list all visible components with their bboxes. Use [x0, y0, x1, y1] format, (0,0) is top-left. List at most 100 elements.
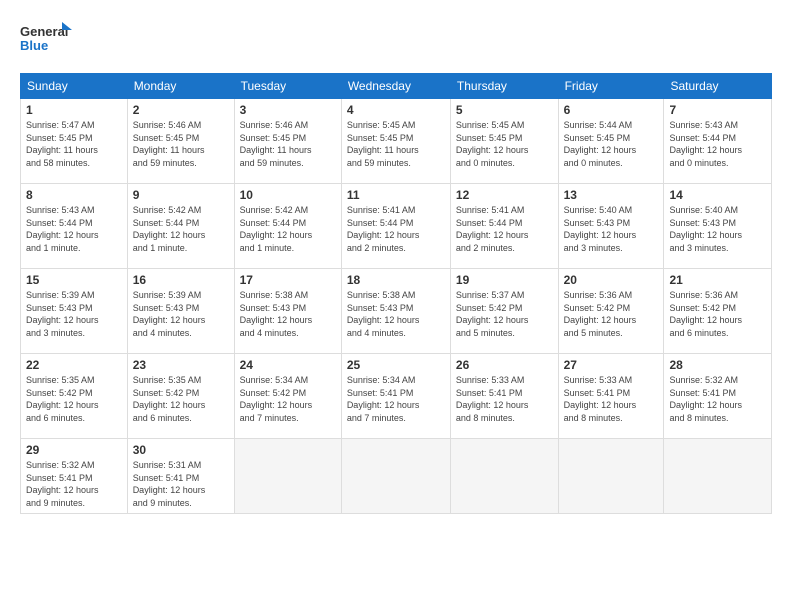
day-info: Sunrise: 5:32 AMSunset: 5:41 PMDaylight:…: [669, 374, 766, 424]
day-info: Sunrise: 5:35 AMSunset: 5:42 PMDaylight:…: [26, 374, 122, 424]
day-info: Sunrise: 5:41 AMSunset: 5:44 PMDaylight:…: [456, 204, 553, 254]
day-header-monday: Monday: [127, 74, 234, 99]
logo-svg: General Blue: [20, 20, 75, 65]
calendar-cell: 27Sunrise: 5:33 AMSunset: 5:41 PMDayligh…: [558, 354, 664, 439]
calendar-cell: [234, 439, 341, 514]
calendar-cell: 21 Sunrise: 5:36 AMSunset: 5:42 PMDayligh…: [664, 269, 772, 354]
calendar-cell: 6 Sunrise: 5:44 AMSunset: 5:45 PMDaylight…: [558, 99, 664, 184]
day-number: 19: [456, 273, 553, 287]
day-header-saturday: Saturday: [664, 74, 772, 99]
calendar-table: SundayMondayTuesdayWednesdayThursdayFrid…: [20, 73, 772, 514]
day-number: 2: [133, 103, 229, 117]
day-header-wednesday: Wednesday: [341, 74, 450, 99]
calendar-cell: 23 Sunrise: 5:35 AMSunset: 5:42 PMDayligh…: [127, 354, 234, 439]
day-info: Sunrise: 5:42 AMSunset: 5:44 PMDaylight:…: [240, 204, 336, 254]
calendar-cell: 22 Sunrise: 5:35 AMSunset: 5:42 PMDayligh…: [21, 354, 128, 439]
day-info: Sunrise: 5:39 AMSunset: 5:43 PMDaylight:…: [26, 289, 122, 339]
day-number: 24: [240, 358, 336, 372]
day-info: Sunrise: 5:36 AMSunset: 5:42 PMDaylight:…: [564, 289, 659, 339]
day-info: Sunrise: 5:34 AMSunset: 5:41 PMDaylight:…: [347, 374, 445, 424]
day-info: Sunrise: 5:46 AMSunset: 5:45 PMDaylight:…: [133, 119, 229, 169]
calendar-cell: [558, 439, 664, 514]
calendar-cell: 20 Sunrise: 5:36 AMSunset: 5:42 PMDayligh…: [558, 269, 664, 354]
day-header-friday: Friday: [558, 74, 664, 99]
svg-text:Blue: Blue: [20, 38, 48, 53]
calendar-cell: 26Sunrise: 5:33 AMSunset: 5:41 PMDayligh…: [450, 354, 558, 439]
calendar-cell: 25 Sunrise: 5:34 AMSunset: 5:41 PMDayligh…: [341, 354, 450, 439]
day-number: 29: [26, 443, 122, 457]
day-info: Sunrise: 5:45 AMSunset: 5:45 PMDaylight:…: [456, 119, 553, 169]
calendar-cell: 14 Sunrise: 5:40 AMSunset: 5:43 PMDayligh…: [664, 184, 772, 269]
day-number: 3: [240, 103, 336, 117]
day-number: 4: [347, 103, 445, 117]
day-info: Sunrise: 5:42 AMSunset: 5:44 PMDaylight:…: [133, 204, 229, 254]
day-info: Sunrise: 5:37 AMSunset: 5:42 PMDaylight:…: [456, 289, 553, 339]
calendar-cell: 12 Sunrise: 5:41 AMSunset: 5:44 PMDayligh…: [450, 184, 558, 269]
calendar-cell: [450, 439, 558, 514]
day-info: Sunrise: 5:43 AMSunset: 5:44 PMDaylight:…: [669, 119, 766, 169]
day-info: Sunrise: 5:41 AMSunset: 5:44 PMDaylight:…: [347, 204, 445, 254]
calendar-cell: 3 Sunrise: 5:46 AMSunset: 5:45 PMDaylight…: [234, 99, 341, 184]
day-info: Sunrise: 5:39 AMSunset: 5:43 PMDaylight:…: [133, 289, 229, 339]
calendar-cell: 13 Sunrise: 5:40 AMSunset: 5:43 PMDayligh…: [558, 184, 664, 269]
day-header-tuesday: Tuesday: [234, 74, 341, 99]
day-number: 1: [26, 103, 122, 117]
day-number: 11: [347, 188, 445, 202]
calendar-cell: 10 Sunrise: 5:42 AMSunset: 5:44 PMDayligh…: [234, 184, 341, 269]
calendar-cell: 4Sunrise: 5:45 AMSunset: 5:45 PMDaylight…: [341, 99, 450, 184]
calendar-cell: 19 Sunrise: 5:37 AMSunset: 5:42 PMDayligh…: [450, 269, 558, 354]
day-info: Sunrise: 5:34 AMSunset: 5:42 PMDaylight:…: [240, 374, 336, 424]
day-number: 5: [456, 103, 553, 117]
day-number: 14: [669, 188, 766, 202]
calendar-cell: [341, 439, 450, 514]
calendar-cell: 24 Sunrise: 5:34 AMSunset: 5:42 PMDayligh…: [234, 354, 341, 439]
day-number: 9: [133, 188, 229, 202]
calendar-cell: 11 Sunrise: 5:41 AMSunset: 5:44 PMDayligh…: [341, 184, 450, 269]
day-info: Sunrise: 5:47 AMSunset: 5:45 PMDaylight:…: [26, 119, 122, 169]
day-number: 23: [133, 358, 229, 372]
day-number: 7: [669, 103, 766, 117]
calendar-cell: 29 Sunrise: 5:32 AMSunset: 5:41 PMDayligh…: [21, 439, 128, 514]
calendar-cell: 30 Sunrise: 5:31 AMSunset: 5:41 PMDayligh…: [127, 439, 234, 514]
day-number: 21: [669, 273, 766, 287]
calendar-cell: [664, 439, 772, 514]
day-info: Sunrise: 5:44 AMSunset: 5:45 PMDaylight:…: [564, 119, 659, 169]
day-number: 28: [669, 358, 766, 372]
day-number: 30: [133, 443, 229, 457]
calendar-cell: 2 Sunrise: 5:46 AMSunset: 5:45 PMDaylight…: [127, 99, 234, 184]
calendar-cell: 17 Sunrise: 5:38 AMSunset: 5:43 PMDayligh…: [234, 269, 341, 354]
day-info: Sunrise: 5:40 AMSunset: 5:43 PMDaylight:…: [669, 204, 766, 254]
day-info: Sunrise: 5:40 AMSunset: 5:43 PMDaylight:…: [564, 204, 659, 254]
calendar-cell: 28 Sunrise: 5:32 AMSunset: 5:41 PMDayligh…: [664, 354, 772, 439]
day-info: Sunrise: 5:38 AMSunset: 5:43 PMDaylight:…: [347, 289, 445, 339]
day-info: Sunrise: 5:36 AMSunset: 5:42 PMDaylight:…: [669, 289, 766, 339]
day-header-thursday: Thursday: [450, 74, 558, 99]
day-number: 25: [347, 358, 445, 372]
day-info: Sunrise: 5:32 AMSunset: 5:41 PMDaylight:…: [26, 459, 122, 509]
day-number: 26: [456, 358, 553, 372]
day-info: Sunrise: 5:35 AMSunset: 5:42 PMDaylight:…: [133, 374, 229, 424]
calendar-cell: 5 Sunrise: 5:45 AMSunset: 5:45 PMDaylight…: [450, 99, 558, 184]
day-number: 22: [26, 358, 122, 372]
day-info: Sunrise: 5:38 AMSunset: 5:43 PMDaylight:…: [240, 289, 336, 339]
day-number: 13: [564, 188, 659, 202]
day-number: 10: [240, 188, 336, 202]
day-header-sunday: Sunday: [21, 74, 128, 99]
day-number: 15: [26, 273, 122, 287]
calendar-cell: 7 Sunrise: 5:43 AMSunset: 5:44 PMDaylight…: [664, 99, 772, 184]
day-info: Sunrise: 5:31 AMSunset: 5:41 PMDaylight:…: [133, 459, 229, 509]
day-info: Sunrise: 5:33 AMSunset: 5:41 PMDaylight:…: [564, 374, 659, 424]
day-number: 17: [240, 273, 336, 287]
day-number: 12: [456, 188, 553, 202]
calendar-cell: 8Sunrise: 5:43 AMSunset: 5:44 PMDaylight…: [21, 184, 128, 269]
day-number: 18: [347, 273, 445, 287]
svg-text:General: General: [20, 24, 68, 39]
day-number: 20: [564, 273, 659, 287]
day-number: 6: [564, 103, 659, 117]
day-number: 16: [133, 273, 229, 287]
calendar-cell: 9 Sunrise: 5:42 AMSunset: 5:44 PMDaylight…: [127, 184, 234, 269]
day-info: Sunrise: 5:46 AMSunset: 5:45 PMDaylight:…: [240, 119, 336, 169]
calendar-cell: 18 Sunrise: 5:38 AMSunset: 5:43 PMDayligh…: [341, 269, 450, 354]
calendar-cell: 1 Sunrise: 5:47 AMSunset: 5:45 PMDaylight…: [21, 99, 128, 184]
calendar-cell: 15 Sunrise: 5:39 AMSunset: 5:43 PMDayligh…: [21, 269, 128, 354]
